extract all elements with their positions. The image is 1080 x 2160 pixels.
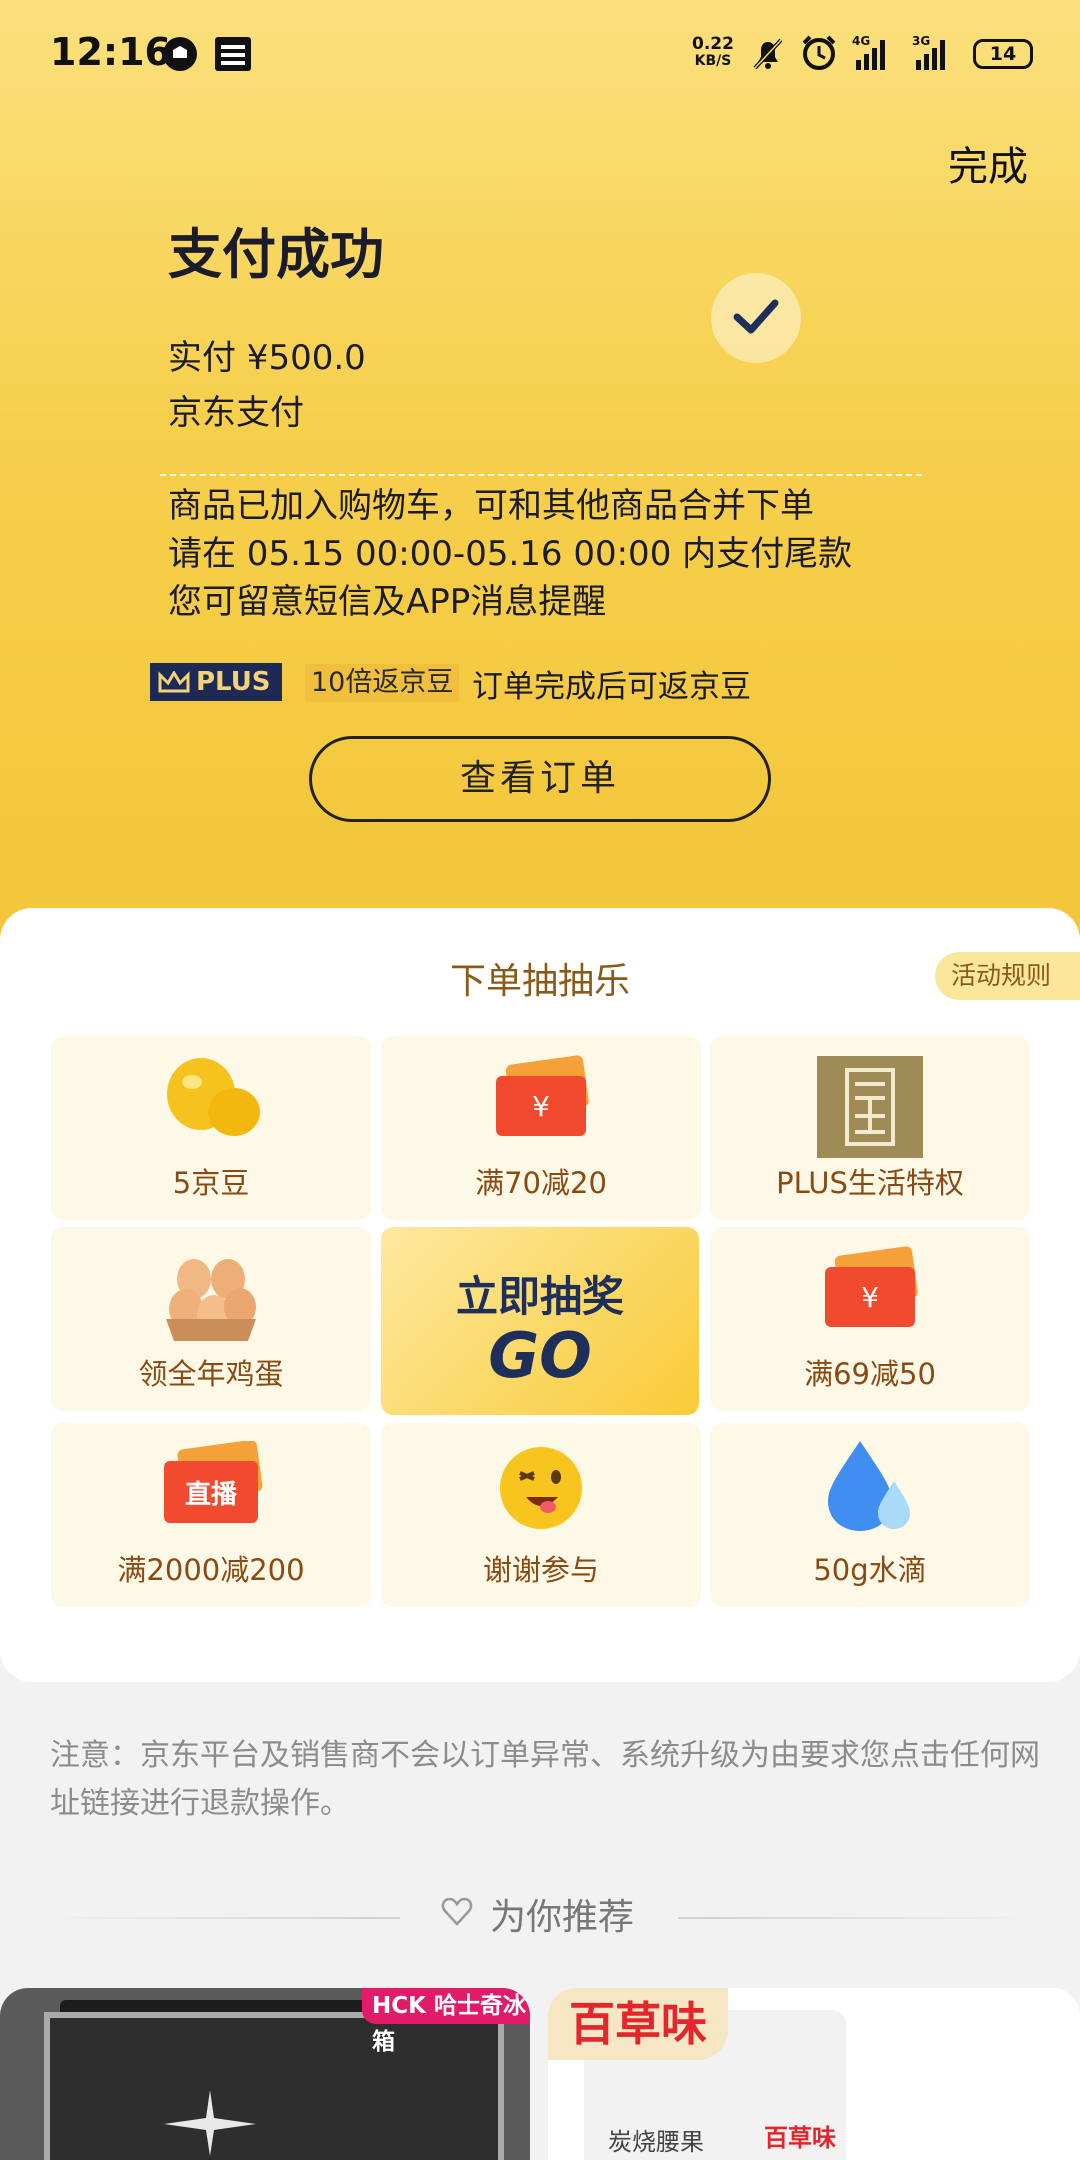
reward-tag: 10倍返京豆	[305, 664, 460, 702]
live-coupon-icon: 直播	[164, 1441, 263, 1523]
mute-bell-icon	[753, 38, 783, 70]
info-line: 商品已加入购物车，可和其他商品合并下单	[168, 486, 814, 526]
svg-text:¥: ¥	[532, 1090, 550, 1123]
product-card[interactable]: 炭烧腰果 百草味 百草味	[548, 1988, 1080, 2160]
success-check-icon	[711, 273, 801, 363]
svg-text:直播: 直播	[185, 1480, 238, 1510]
plus-life-icon	[817, 1056, 923, 1158]
lottery-title: 下单抽抽乐	[449, 961, 630, 1002]
crown-icon	[158, 671, 190, 693]
prize-cell: 直播 满2000减200	[51, 1423, 371, 1607]
payment-method: 京东支付	[168, 393, 304, 433]
alarm-icon	[802, 35, 836, 70]
security-notice: 注意：京东平台及销售商不会以订单异常、系统升级为由要求您点击任何网址链接进行退款…	[50, 1738, 1040, 1821]
divider	[678, 1917, 1030, 1919]
product-image	[44, 2012, 504, 2160]
activity-rules-button[interactable]: 活动规则	[935, 952, 1080, 1000]
svg-text:¥: ¥	[861, 1281, 879, 1314]
status-time: 12:16	[50, 30, 171, 74]
product-card[interactable]: HCK 哈士奇冰箱	[0, 1988, 530, 2160]
status-bar: 12:16 0.22 KB/S 4G 3G 14	[0, 0, 1080, 110]
signal-4g-icon: 4G	[852, 34, 888, 70]
brand-tag: 百草味	[548, 1988, 728, 2060]
water-drop-icon	[828, 1441, 910, 1531]
info-line: 请在 05.15 00:00-05.16 00:00 内支付尾款	[168, 534, 853, 574]
info-line: 您可留意短信及APP消息提醒	[168, 582, 607, 622]
prize-cell: ¥ 满69减50	[710, 1227, 1030, 1411]
battery-icon: 14	[973, 39, 1033, 69]
eggs-icon	[166, 1259, 256, 1341]
page-title: 支付成功	[168, 223, 384, 286]
app-notification-icon	[163, 37, 197, 71]
heart-icon	[441, 1897, 473, 1926]
plus-badge: PLUS	[150, 663, 282, 701]
prize-cell: 谢谢参与	[381, 1423, 701, 1607]
app-notification-icon-2	[215, 37, 251, 71]
prize-cell: PLUS生活特权	[710, 1036, 1030, 1220]
net-speed: 0.22 KB/S	[692, 34, 734, 70]
product-tag: HCK 哈士奇冰箱	[362, 1988, 530, 2055]
wink-emoji-icon	[500, 1447, 582, 1529]
done-button[interactable]: 完成	[948, 134, 1028, 192]
prize-cell: ¥ 满70减20	[381, 1036, 701, 1220]
prize-cell: 领全年鸡蛋	[51, 1227, 371, 1411]
coupon-icon: ¥	[496, 1055, 589, 1136]
coupon-icon: ¥	[825, 1246, 918, 1327]
payment-success-header: 12:16 0.22 KB/S 4G 3G 14 完成 支付成功 实付 ¥500…	[0, 0, 1080, 960]
paid-amount: 实付 ¥500.0	[168, 338, 366, 378]
signal-3g-icon: 3G	[912, 34, 948, 70]
draw-now-button[interactable]: 立即抽奖 GO	[381, 1227, 699, 1415]
reward-note: 订单完成后可返京豆	[472, 669, 751, 705]
divider	[50, 1917, 400, 1919]
prize-cell: 5京豆	[51, 1036, 371, 1220]
prize-cell: 50g水滴	[710, 1423, 1030, 1607]
beans-icon	[167, 1058, 260, 1136]
divider	[160, 474, 922, 476]
view-order-button[interactable]: 查看订单	[309, 736, 771, 822]
